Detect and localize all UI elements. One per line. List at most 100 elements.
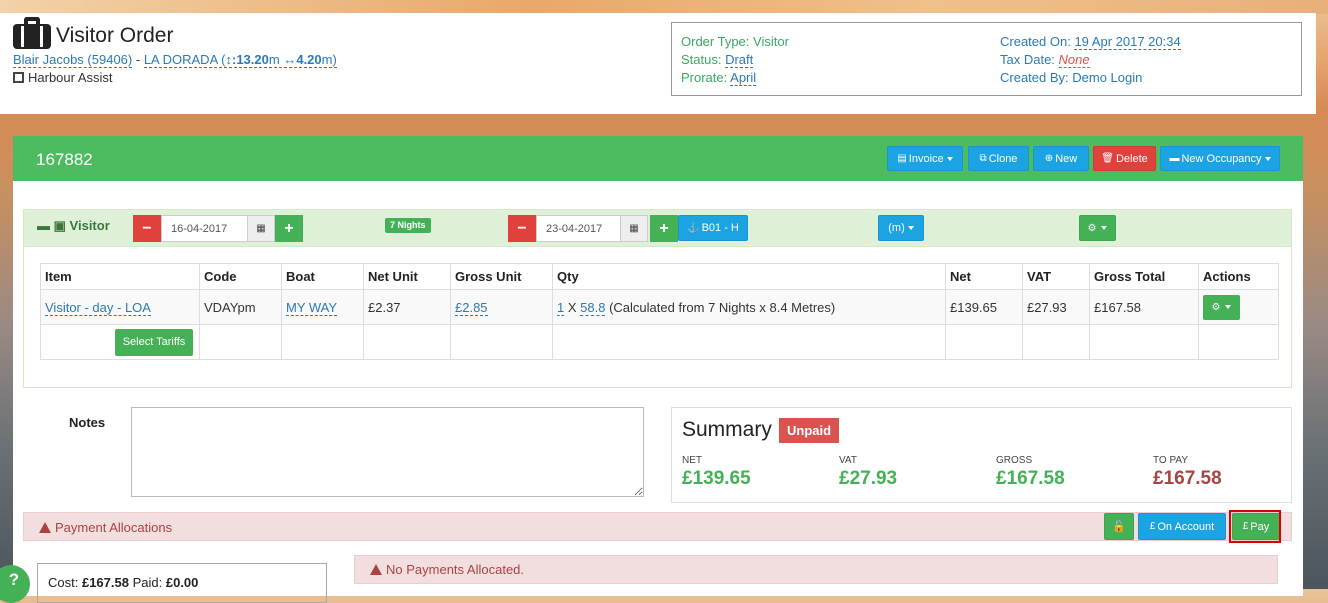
booking-section: ▬ ▣ Visitor − 16-04-2017 ▦ + 7 Nights − … xyxy=(23,209,1292,388)
new-occupancy-button[interactable]: ▬ New Occupancy xyxy=(1160,146,1280,171)
cell-boat: MY WAY xyxy=(281,289,364,325)
unlock-icon: 🔓 xyxy=(1112,521,1126,533)
cost-value: £167.58 xyxy=(81,575,129,590)
start-date-plus-button[interactable]: + xyxy=(275,215,303,242)
booking-settings-button[interactable]: ⚙ xyxy=(1079,215,1116,241)
cell-net-unit: £2.37 xyxy=(363,289,451,325)
caret-down-icon xyxy=(1264,156,1271,161)
col-header-net-unit: Net Unit xyxy=(363,263,451,290)
cell-qty: 1 X 58.8 (Calculated from 7 Nights x 8.4… xyxy=(552,289,946,325)
warning-icon xyxy=(39,522,51,533)
summary-net-value: £139.65 xyxy=(682,468,751,489)
order-prorate: Prorate: April xyxy=(681,70,757,86)
separator: - xyxy=(135,52,141,67)
end-date-input[interactable]: 23-04-2017 xyxy=(536,215,622,242)
on-account-button[interactable]: £ On Account xyxy=(1138,513,1226,540)
briefcase-icon xyxy=(13,17,51,49)
anchor-icon: ⚓ xyxy=(687,222,700,234)
caret-down-icon xyxy=(1225,305,1232,309)
gross-unit-link[interactable]: £2.85 xyxy=(455,299,488,316)
cell-net: £139.65 xyxy=(945,289,1023,325)
customer-link[interactable]: Blair Jacobs (59406) xyxy=(13,52,133,68)
col-header-item: Item xyxy=(40,263,200,290)
delete-button[interactable]: 🗑 Delete xyxy=(1093,146,1156,171)
summary-box: Summary Unpaid NET £139.65 VAT £27.93 GR… xyxy=(671,407,1292,503)
prorate-value[interactable]: April xyxy=(730,70,757,86)
select-tariffs-button[interactable]: Select Tariffs xyxy=(115,328,193,356)
start-date-minus-button[interactable]: − xyxy=(133,215,161,242)
tax-date: Tax Date: None xyxy=(1000,52,1090,68)
clone-button[interactable]: ⧉ Clone xyxy=(968,146,1029,171)
bed-icon: ▬ xyxy=(37,218,50,233)
customer-boat-line: Blair Jacobs (59406) - LA DORADA (↕:13.2… xyxy=(13,52,337,68)
payment-allocations-bar: Payment Allocations 🔓 £ On Account £ Pay xyxy=(23,512,1292,541)
col-header-actions: Actions xyxy=(1198,263,1279,290)
status-badge: Unpaid xyxy=(779,418,840,443)
cell-gross-total: £167.58 xyxy=(1089,289,1199,325)
basket-icon: ⊕ xyxy=(1044,153,1054,164)
col-header-qty: Qty xyxy=(552,263,946,290)
created-by: Created By: Demo Login xyxy=(1000,70,1143,85)
summary-vat: VAT £27.93 xyxy=(839,455,898,489)
start-date-input[interactable]: 16-04-2017 xyxy=(161,215,249,242)
cell-select-tariffs: Select Tariffs xyxy=(40,324,200,360)
calendar-icon[interactable]: ▦ xyxy=(247,215,275,242)
end-date-minus-button[interactable]: − xyxy=(508,215,536,242)
pound-icon: £ xyxy=(1149,521,1156,532)
order-header: Visitor Order Blair Jacobs (59406) - LA … xyxy=(0,13,1316,114)
unlock-button[interactable]: 🔓 xyxy=(1104,513,1134,540)
cost-paid-box: Cost: £167.58 Paid: £0.00 xyxy=(37,563,327,603)
payment-allocations-title: Payment Allocations xyxy=(39,520,172,535)
qty-note: (Calculated from 7 Nights x 8.4 Metres) xyxy=(609,299,836,315)
col-header-code: Code xyxy=(199,263,282,290)
copy-icon: ⧉ xyxy=(979,153,987,164)
status-value[interactable]: Draft xyxy=(725,52,754,68)
qty-count-link[interactable]: 1 xyxy=(557,299,565,316)
order-status: Status: Draft xyxy=(681,52,754,68)
col-header-vat: VAT xyxy=(1022,263,1090,290)
page-title: Visitor Order xyxy=(56,24,174,47)
page-title-block: Visitor Order xyxy=(13,17,173,49)
booking-bar: ▬ ▣ Visitor − 16-04-2017 ▦ + 7 Nights − … xyxy=(24,210,1291,247)
summary-gross: GROSS £167.58 xyxy=(996,455,1065,489)
item-link[interactable]: Visitor - day - LOA xyxy=(45,299,151,316)
caret-down-icon xyxy=(907,226,914,230)
table-row: Visitor - day - LOA VDAYpm MY WAY £2.37 … xyxy=(40,289,1279,325)
company-line: Harbour Assist xyxy=(13,70,113,85)
created-on: Created On: 19 Apr 2017 20:34 xyxy=(1000,34,1181,50)
invoice-button[interactable]: ▤ Invoice xyxy=(887,146,963,171)
boat-link[interactable]: LA DORADA (↕:13.20m ↔4.20m) xyxy=(143,52,337,68)
building-icon xyxy=(13,72,24,83)
order-type: Order Type: Visitor xyxy=(681,34,789,49)
col-header-gross-total: Gross Total xyxy=(1089,263,1199,290)
boat-cell-link[interactable]: MY WAY xyxy=(286,299,338,316)
summary-vat-value: £27.93 xyxy=(839,468,898,489)
table-row: Select Tariffs xyxy=(40,324,1279,360)
summary-to-pay: TO PAY £167.58 xyxy=(1153,455,1222,489)
order-info-box: Order Type: Visitor Status: Draft Prorat… xyxy=(671,22,1302,96)
notes-label: Notes xyxy=(69,415,106,430)
col-header-boat: Boat xyxy=(281,263,364,290)
calendar-icon[interactable]: ▦ xyxy=(620,215,648,242)
new-button[interactable]: ⊕ New xyxy=(1033,146,1089,171)
cell-code: VDAYpm xyxy=(199,289,282,325)
caret-down-icon xyxy=(946,156,953,161)
briefcase-icon: ▣ xyxy=(53,218,66,233)
tax-date-value[interactable]: None xyxy=(1058,52,1090,68)
gear-icon: ⚙ xyxy=(1087,222,1097,234)
cell-gross-unit: £2.85 xyxy=(450,289,553,325)
no-payments-alert: No Payments Allocated. xyxy=(354,555,1278,584)
items-table: Item Code Boat Net Unit Gross Unit Qty N… xyxy=(40,263,1279,360)
unit-dropdown[interactable]: (m) xyxy=(878,215,924,241)
end-date-plus-button[interactable]: + xyxy=(650,215,678,242)
created-on-value[interactable]: 19 Apr 2017 20:34 xyxy=(1074,34,1181,50)
notes-textarea[interactable] xyxy=(131,407,644,497)
row-actions-button[interactable]: ⚙ xyxy=(1203,294,1240,320)
boat-beam: 4.20 xyxy=(296,52,322,67)
beam-icon: ↔ xyxy=(283,52,297,67)
berth-button[interactable]: ⚓ B01 - H xyxy=(678,215,748,241)
col-header-gross-unit: Gross Unit xyxy=(450,263,553,290)
trash-icon: 🗑 xyxy=(1101,153,1114,164)
qty-value-link[interactable]: 58.8 xyxy=(580,299,606,316)
cell-actions: ⚙ xyxy=(1198,289,1279,325)
